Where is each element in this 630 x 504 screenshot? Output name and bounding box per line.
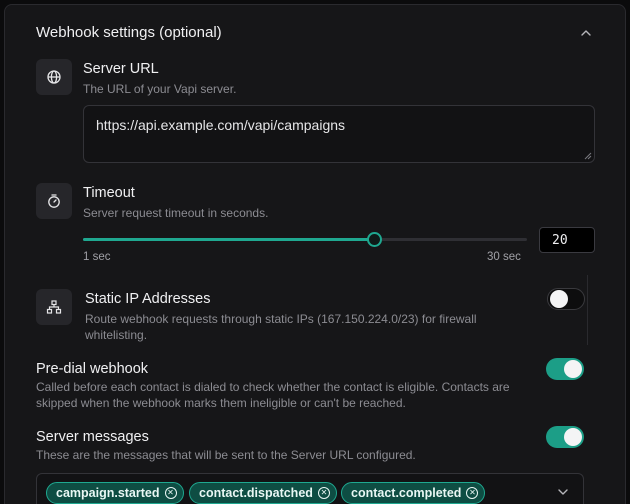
server-messages-select[interactable]: campaign.started ✕ contact.dispatched ✕ … (36, 473, 584, 504)
chip-label: contact.completed (351, 486, 462, 500)
server-messages-toggle[interactable] (546, 426, 584, 448)
message-chip: contact.completed ✕ (341, 482, 486, 504)
server-url-value: https://api.example.com/vapi/campaigns (96, 117, 346, 133)
server-url-input[interactable]: https://api.example.com/vapi/campaigns (83, 105, 595, 163)
section-title: Webhook settings (optional) (36, 24, 222, 41)
subsection-divider (587, 275, 588, 345)
timer-icon (48, 194, 60, 208)
toggle-knob (564, 428, 582, 446)
remove-chip-icon[interactable]: ✕ (164, 487, 177, 499)
server-url-title: Server URL (83, 61, 159, 77)
timeout-title: Timeout (83, 185, 135, 201)
static-ip-description: Route webhook requests through static IP… (85, 312, 477, 342)
static-ip-icon-box (36, 289, 72, 325)
webhook-settings-panel: Webhook settings (optional) Server URL T… (4, 4, 626, 504)
toggle-knob (564, 360, 582, 378)
chevron-up-icon (581, 30, 591, 36)
toggle-knob (550, 290, 568, 308)
chip-label: campaign.started (56, 486, 160, 500)
server-url-icon-box (36, 59, 72, 95)
chevron-down-icon[interactable] (555, 484, 571, 500)
message-chip: contact.dispatched ✕ (189, 482, 337, 504)
timeout-description: Server request timeout in seconds. (83, 206, 269, 220)
timeout-icon-box (36, 183, 72, 219)
timeout-slider-fill (83, 238, 374, 241)
server-url-description: The URL of your Vapi server. (83, 82, 237, 96)
remove-chip-icon[interactable]: ✕ (466, 487, 479, 499)
pre-dial-description: Called before each contact is dialed to … (36, 380, 510, 410)
timeout-min-label: 1 sec (83, 251, 111, 263)
globe-icon (47, 70, 61, 84)
remove-chip-icon[interactable]: ✕ (317, 487, 330, 499)
static-ip-toggle[interactable] (547, 288, 585, 310)
timeout-slider-thumb[interactable] (366, 232, 382, 247)
chip-label: contact.dispatched (199, 486, 313, 500)
timeout-number-input[interactable]: 20 (539, 227, 595, 253)
server-messages-title: Server messages (36, 429, 149, 445)
pre-dial-title: Pre-dial webhook (36, 361, 149, 377)
static-ip-title: Static IP Addresses (85, 291, 211, 307)
timeout-max-label: 30 sec (487, 251, 521, 263)
resize-grip-icon[interactable] (584, 152, 592, 160)
server-messages-description: These are the messages that will be sent… (36, 448, 416, 462)
timeout-slider[interactable] (83, 232, 527, 247)
collapse-button[interactable] (575, 23, 597, 43)
network-icon (46, 300, 62, 314)
pre-dial-toggle[interactable] (546, 358, 584, 380)
message-chip: campaign.started ✕ (46, 482, 184, 504)
